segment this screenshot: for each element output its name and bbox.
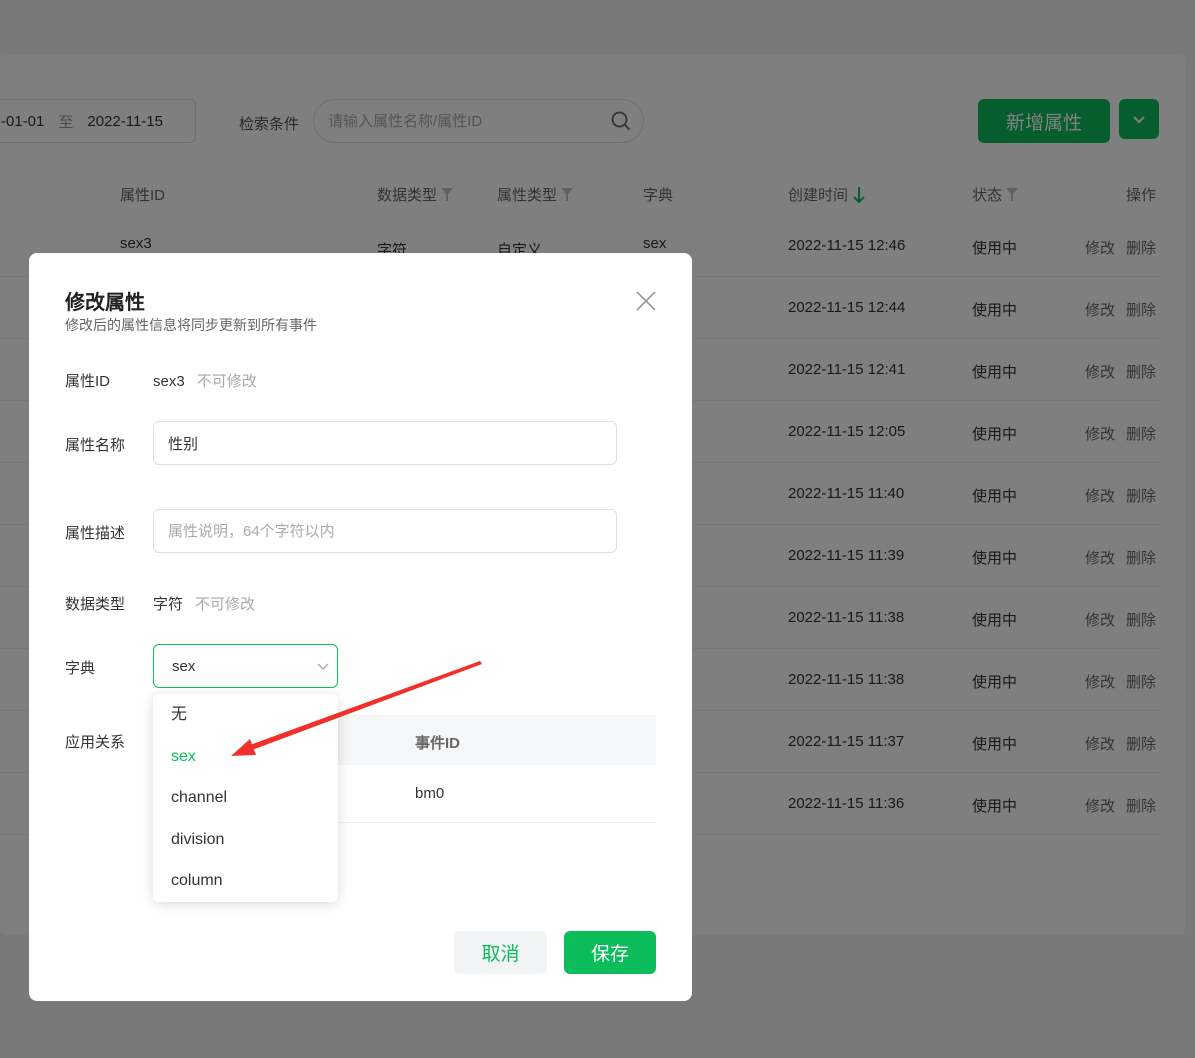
cancel-button[interactable]: 取消 <box>454 931 547 974</box>
data-type-value-row: 字符 不可修改 <box>153 593 255 614</box>
dict-select-value: sex <box>172 657 196 675</box>
dict-select[interactable]: sex <box>153 644 338 688</box>
data-type-label: 数据类型 <box>65 596 126 613</box>
modal-subtitle: 修改后的属性信息将同步更新到所有事件 <box>65 317 317 333</box>
modal-title: 修改属性 <box>65 292 145 314</box>
readonly-note: 不可修改 <box>195 596 256 613</box>
dict-option-selected[interactable]: sex <box>153 736 338 778</box>
data-type-value: 字符 <box>153 596 184 613</box>
attr-id-value-row: sex3 不可修改 <box>153 370 257 391</box>
attr-id-value: sex3 <box>153 373 185 390</box>
dict-option[interactable]: division <box>153 819 338 861</box>
dict-label: 字典 <box>65 660 96 677</box>
attr-id-label: 属性ID <box>65 373 111 390</box>
edit-attribute-modal: 修改属性 修改后的属性信息将同步更新到所有事件 属性ID sex3 不可修改 属性… <box>29 253 692 1001</box>
chevron-down-icon <box>317 663 329 670</box>
relation-label: 应用关系 <box>65 734 126 751</box>
attr-name-label: 属性名称 <box>65 437 126 454</box>
dict-dropdown: 无 sex channel division column <box>153 694 338 902</box>
relation-event-id: bm0 <box>415 785 445 802</box>
relation-column-header: 事件ID <box>415 735 461 752</box>
dict-option[interactable]: column <box>153 860 338 902</box>
dict-option[interactable]: 无 <box>153 694 338 736</box>
save-button[interactable]: 保存 <box>564 931 656 974</box>
readonly-note: 不可修改 <box>196 373 257 390</box>
attr-desc-label: 属性描述 <box>65 525 126 542</box>
close-icon[interactable] <box>634 289 658 313</box>
dict-option[interactable]: channel <box>153 777 338 819</box>
attr-name-input[interactable] <box>153 421 617 465</box>
attr-desc-input[interactable] <box>153 509 617 553</box>
